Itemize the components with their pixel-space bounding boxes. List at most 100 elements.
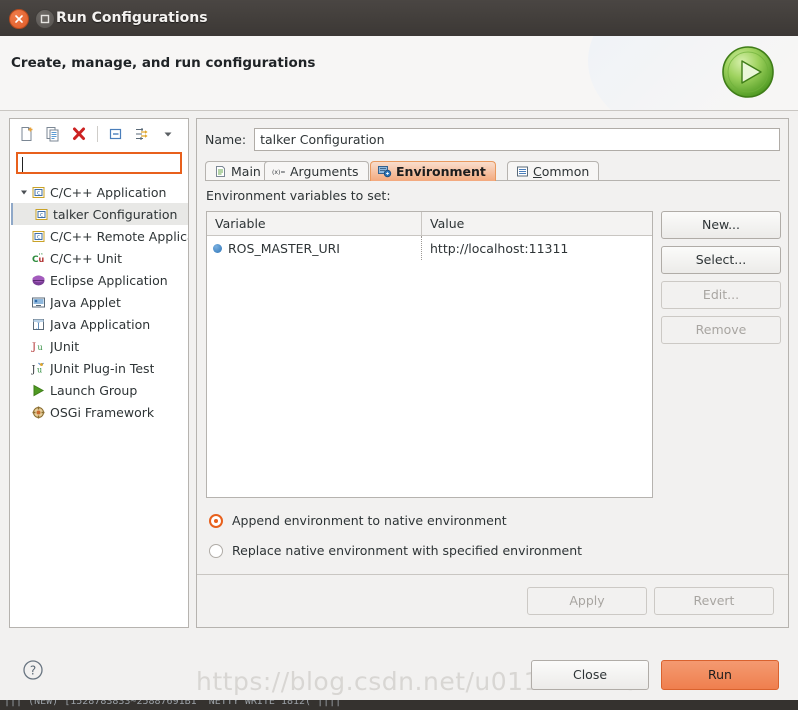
tree-item-java-applet[interactable]: Java Applet [11, 291, 188, 313]
tree-item-junit-plugin-test[interactable]: Ju JUnit Plug-in Test [11, 357, 188, 379]
environment-variables-table[interactable]: Variable Value ROS_MASTER_URI http://loc… [206, 211, 653, 498]
main-tab-icon [213, 165, 227, 179]
twisty-expanded-icon[interactable] [17, 187, 30, 197]
chevron-down-icon[interactable] [157, 123, 179, 145]
tree-item-junit[interactable]: Ju JUnit [11, 335, 188, 357]
close-button[interactable]: Close [531, 660, 649, 690]
tab-environment[interactable]: Environment [370, 161, 496, 181]
svg-text:?: ? [30, 664, 36, 678]
page-title: Create, manage, and run configurations [11, 55, 316, 71]
java-applet-icon [30, 295, 47, 310]
cpp-application-icon: c [30, 229, 47, 244]
svg-text:u: u [37, 365, 42, 374]
cpp-application-icon: c [33, 207, 50, 222]
svg-text:u: u [38, 343, 43, 352]
new-launch-configuration-icon[interactable] [16, 123, 38, 145]
svg-text:c: c [37, 189, 40, 196]
configurations-sidebar: c C/C++ Application c talker Configurati… [9, 118, 189, 628]
common-tab-icon [515, 165, 529, 179]
tree-item-talker-configuration[interactable]: c talker Configuration [11, 203, 188, 225]
cell-variable: ROS_MASTER_URI [207, 236, 422, 260]
tree-item-java-application[interactable]: J Java Application [11, 313, 188, 335]
tab-label: Environment [396, 164, 486, 179]
tree-item-label: Java Application [50, 316, 151, 332]
name-row: Name: [205, 127, 780, 151]
window-maximize-icon[interactable] [35, 9, 55, 29]
cell-value: http://localhost:11311 [430, 240, 569, 256]
tree-item-label: C/C++ Remote Application [50, 228, 188, 244]
java-application-icon: J [30, 317, 47, 332]
radio-button-unselected[interactable] [209, 543, 223, 558]
new-button[interactable]: New... [661, 211, 781, 239]
tree-item-cpp-unit[interactable]: Cu C/C++ Unit [11, 247, 188, 269]
radio-label: Append environment to native environment [232, 513, 507, 528]
tree-item-osgi-framework[interactable]: OSGi Framework [11, 401, 188, 423]
section-label: Environment variables to set: [206, 188, 391, 203]
tree-item-eclipse-application[interactable]: Eclipse Application [11, 269, 188, 291]
environment-tab-icon [378, 165, 392, 179]
radio-replace-environment[interactable]: Replace native environment with specifie… [209, 543, 582, 558]
table-row[interactable]: ROS_MASTER_URI http://localhost:11311 [207, 236, 652, 260]
column-header-variable[interactable]: Variable [207, 212, 422, 235]
window-title: Run Configurations [56, 10, 208, 26]
tab-main[interactable]: Main [205, 161, 271, 181]
name-input[interactable] [254, 127, 780, 151]
tree-item-label: OSGi Framework [50, 404, 155, 420]
help-icon[interactable]: ? [22, 659, 44, 681]
remove-button: Remove [661, 316, 781, 344]
table-header: Variable Value [207, 212, 652, 236]
edit-button: Edit... [661, 281, 781, 309]
arguments-tab-icon: (x)= [272, 165, 286, 179]
tree-item-cpp-application[interactable]: c C/C++ Application [11, 181, 188, 203]
tab-label: Common [533, 164, 590, 179]
filter-icon[interactable] [131, 123, 153, 145]
launch-group-icon [30, 383, 47, 398]
tab-label: Main [231, 164, 261, 179]
panel-divider [197, 574, 788, 575]
duplicate-icon[interactable] [42, 123, 64, 145]
svg-text:(x)=: (x)= [272, 169, 286, 176]
column-header-value[interactable]: Value [422, 212, 652, 235]
name-label: Name: [205, 131, 247, 147]
dialog-header: Create, manage, and run configurations [0, 36, 798, 111]
apply-button: Apply [527, 587, 647, 615]
svg-text:J: J [31, 342, 36, 353]
tab-common[interactable]: Common [507, 161, 600, 181]
tree-item-launch-group[interactable]: Launch Group [11, 379, 188, 401]
osgi-framework-icon [30, 405, 47, 420]
svg-text:u: u [39, 255, 45, 264]
junit-plugin-test-icon: Ju [30, 361, 47, 376]
cell-variable-text: ROS_MASTER_URI [228, 240, 340, 256]
revert-button: Revert [654, 587, 774, 615]
junit-icon: Ju [30, 339, 47, 354]
tab-bar: Main (x)= Arguments Environment Common [205, 160, 780, 181]
tab-label-rest: ommon [541, 164, 590, 179]
tab-arguments[interactable]: (x)= Arguments [264, 161, 369, 181]
configuration-panel: Name: Main (x)= Arguments Environment [196, 118, 789, 628]
env-var-icon [213, 243, 222, 253]
tree-item-cpp-remote-application[interactable]: c C/C++ Remote Application [11, 225, 188, 247]
tab-label: Arguments [290, 164, 359, 179]
desktop-strip: ||| (NEW) [1528783833~25887691B1" NETTY … [0, 700, 798, 710]
configurations-tree[interactable]: c C/C++ Application c talker Configurati… [11, 181, 188, 579]
toolbar-separator [97, 126, 98, 142]
strip-text: ||| (NEW) [1528783833~25887691B1" NETTY … [4, 700, 342, 707]
run-button[interactable]: Run [661, 660, 779, 690]
radio-button-selected[interactable] [209, 513, 223, 528]
tree-item-label: Eclipse Application [50, 272, 168, 288]
run-configurations-dialog: Run Configurations Create, manage, and r… [0, 0, 798, 710]
eclipse-application-icon [30, 273, 47, 288]
delete-icon[interactable] [68, 123, 90, 145]
radio-append-environment[interactable]: Append environment to native environment [209, 513, 507, 528]
search-input[interactable] [16, 152, 182, 174]
select-button[interactable]: Select... [661, 246, 781, 274]
tree-item-label: JUnit [50, 338, 80, 354]
cpp-unit-icon: Cu [30, 251, 47, 266]
cpp-application-icon: c [30, 185, 47, 200]
window-close-icon[interactable] [9, 9, 29, 29]
tree-item-label: Launch Group [50, 382, 138, 398]
collapse-all-icon[interactable] [105, 123, 127, 145]
tree-item-label: C/C++ Application [50, 184, 167, 200]
tree-item-label: C/C++ Unit [50, 250, 123, 266]
svg-text:J: J [31, 364, 36, 375]
